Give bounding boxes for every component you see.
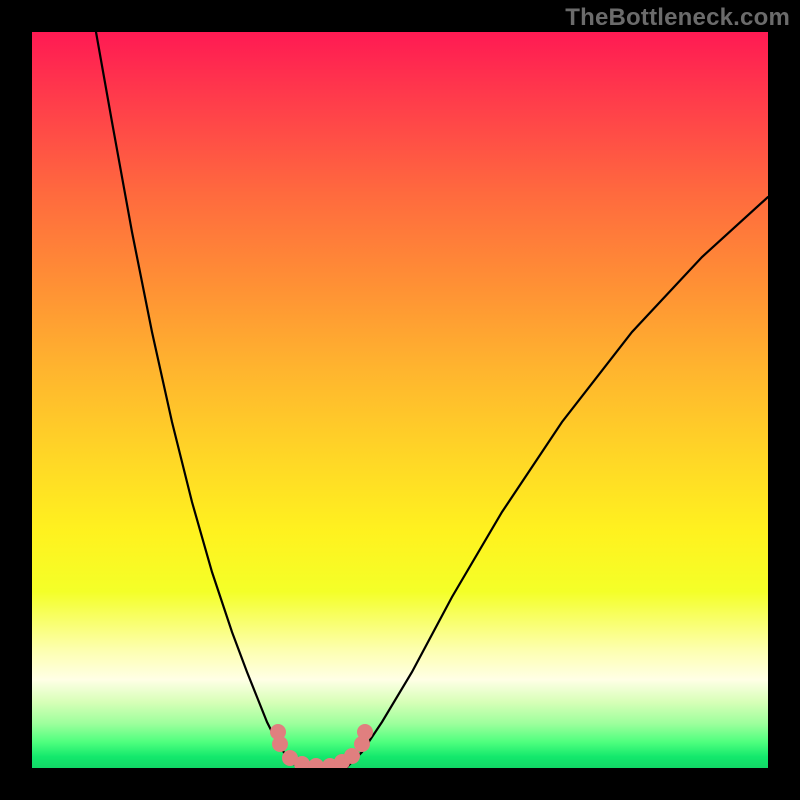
- plot-area: [32, 32, 768, 768]
- curve-markers: [270, 724, 373, 768]
- curve-marker: [308, 758, 324, 768]
- right-curve: [347, 197, 768, 767]
- watermark-label: TheBottleneck.com: [565, 4, 790, 32]
- left-curve: [96, 32, 297, 767]
- chart-container: TheBottleneck.com: [0, 0, 800, 800]
- chart-svg: [32, 32, 768, 768]
- curve-marker: [272, 736, 288, 752]
- curve-marker: [357, 724, 373, 740]
